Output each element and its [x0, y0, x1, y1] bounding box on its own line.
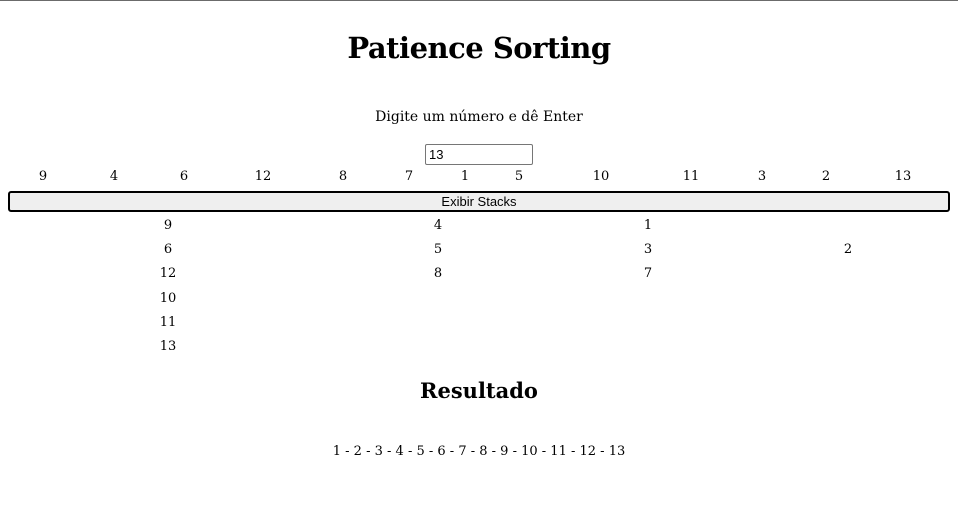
- stack-item: 10: [159, 290, 177, 306]
- stack-4: 2: [828, 239, 868, 263]
- entered-number: 7: [404, 169, 414, 184]
- entered-number: 3: [757, 169, 767, 184]
- stack-item: 6: [163, 242, 173, 258]
- stack-2: 4 5 8: [418, 215, 458, 288]
- entered-number: 2: [821, 169, 831, 184]
- entered-number: 12: [254, 169, 272, 184]
- entered-number: 13: [894, 169, 912, 184]
- show-stacks-button[interactable]: Exibir Stacks: [8, 191, 950, 212]
- result-heading: Resultado: [420, 378, 538, 403]
- stack-item: 13: [159, 338, 177, 354]
- entered-number: 9: [38, 169, 48, 184]
- stack-item: 12: [159, 266, 177, 282]
- page-title: Patience Sorting: [347, 31, 611, 65]
- entered-number: 1: [460, 169, 470, 184]
- stack-item: 9: [163, 218, 173, 233]
- entered-number: 11: [682, 169, 700, 184]
- stack-item: 8: [433, 266, 443, 282]
- sorted-result: 1 - 2 - 3 - 4 - 5 - 6 - 7 - 8 - 9 - 10 -…: [332, 444, 626, 459]
- stack-item: 1: [643, 218, 653, 233]
- stack-item: 2: [843, 242, 853, 257]
- entered-number: 4: [109, 169, 119, 184]
- entered-number: 6: [179, 169, 189, 184]
- entered-number: 5: [514, 169, 524, 184]
- stack-item: 11: [159, 314, 177, 330]
- stack-item: 7: [643, 266, 653, 282]
- input-prompt: Digite um número e dê Enter: [375, 109, 583, 125]
- entered-number: 10: [592, 169, 610, 184]
- stack-item: 3: [643, 242, 653, 258]
- number-input[interactable]: [425, 144, 533, 165]
- stack-item: 5: [433, 242, 443, 258]
- entered-numbers-row: 9 4 6 12 8 7 1 5 10 11 3 2 13: [0, 169, 958, 191]
- stack-item: 4: [433, 218, 443, 233]
- stack-1: 9 6 12 10 11 13: [148, 215, 188, 360]
- entered-number: 8: [338, 169, 348, 184]
- stack-3: 1 3 7: [628, 215, 668, 288]
